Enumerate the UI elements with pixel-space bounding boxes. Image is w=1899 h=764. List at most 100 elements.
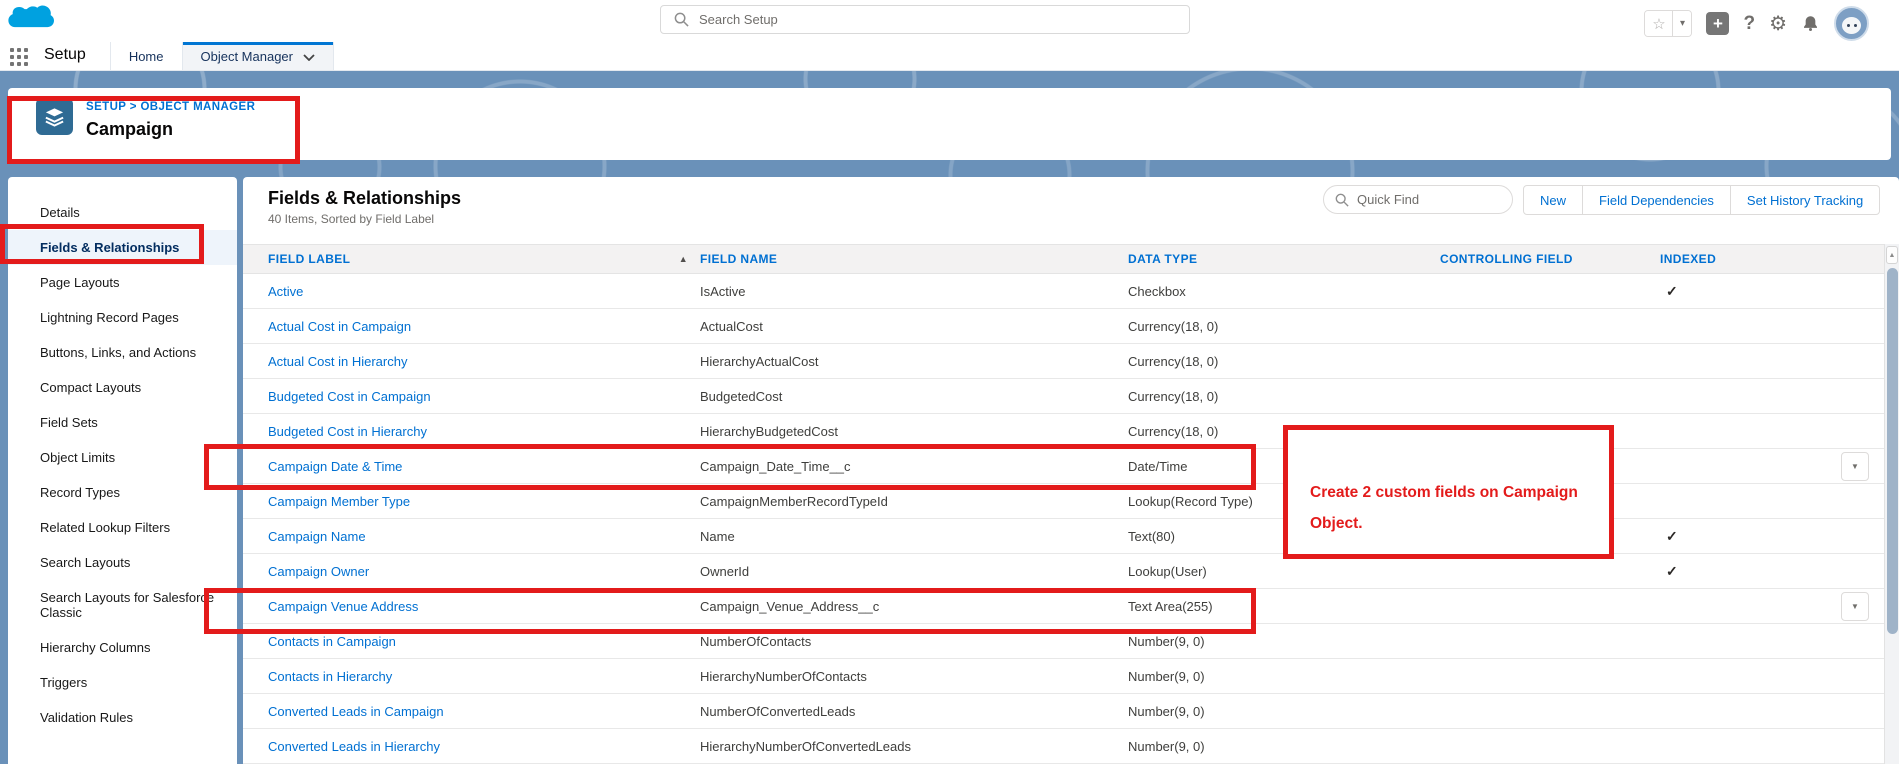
favorites-caret-icon[interactable]: ▾: [1672, 11, 1692, 36]
field-name-cell: IsActive: [700, 283, 746, 299]
sidebar-item[interactable]: Fields & Relationships: [8, 230, 237, 265]
indexed-check-icon: ✓: [1666, 527, 1678, 544]
field-label-cell: Campaign Owner: [268, 564, 700, 579]
sidebar-item[interactable]: Object Limits: [8, 440, 237, 475]
row-actions-menu-button[interactable]: ▼: [1841, 592, 1869, 621]
add-icon[interactable]: +: [1706, 12, 1730, 35]
breadcrumb[interactable]: SETUP > OBJECT MANAGER: [86, 101, 255, 113]
column-header-controlling-field[interactable]: CONTROLLING FIELD: [1440, 252, 1660, 266]
sidebar-item[interactable]: Validation Rules: [8, 700, 237, 735]
global-search-input[interactable]: [699, 12, 1189, 27]
favorites-star-icon[interactable]: ☆: [1645, 11, 1673, 36]
table-row: Active IsActive Checkbox ✓: [243, 274, 1899, 309]
search-icon: [674, 12, 689, 27]
salesforce-logo-icon[interactable]: [8, 3, 55, 41]
table-row: Contacts in Hierarchy HierarchyNumberOfCo…: [243, 659, 1899, 694]
field-name-cell: NumberOfConvertedLeads: [700, 703, 856, 719]
sidebar-item[interactable]: Page Layouts: [8, 265, 237, 300]
tab-home[interactable]: Home: [111, 42, 182, 70]
field-label-cell: Contacts in Hierarchy: [268, 669, 700, 684]
field-label-cell: Campaign Date & Time: [268, 459, 700, 474]
app-launcher-icon[interactable]: [10, 48, 28, 66]
field-label-link[interactable]: Budgeted Cost in Hierarchy: [268, 424, 427, 439]
field-label-link[interactable]: Converted Leads in Hierarchy: [268, 739, 440, 754]
field-label-link[interactable]: Campaign Owner: [268, 564, 369, 579]
sidebar-item[interactable]: Search Layouts: [8, 545, 237, 580]
new-button[interactable]: New: [1523, 185, 1584, 215]
sidebar-item[interactable]: Lightning Record Pages: [8, 300, 237, 335]
sidebar-item[interactable]: Compact Layouts: [8, 370, 237, 405]
field-label-cell: Actual Cost in Campaign: [268, 319, 700, 334]
field-label-link[interactable]: Campaign Member Type: [268, 494, 410, 509]
field-name-cell: Campaign_Venue_Address__c: [700, 598, 880, 614]
field-name-cell: NumberOfContacts: [700, 633, 812, 649]
vertical-scrollbar[interactable]: ▲: [1884, 244, 1899, 764]
data-type-cell: Currency(18, 0): [1128, 318, 1219, 334]
field-label-link[interactable]: Actual Cost in Hierarchy: [268, 354, 407, 369]
search-icon: [1335, 193, 1349, 207]
quick-find: [1323, 185, 1513, 214]
field-label-link[interactable]: Contacts in Hierarchy: [268, 669, 392, 684]
tab-object-manager[interactable]: Object Manager: [181, 42, 334, 70]
sidebar-item[interactable]: Search Layouts for Salesforce Classic: [8, 580, 237, 630]
data-type-cell: Number(9, 0): [1128, 703, 1205, 719]
row-actions-menu-button[interactable]: ▼: [1841, 452, 1869, 481]
column-header-field-label[interactable]: FIELD LABEL ▲: [268, 252, 700, 266]
sidebar-nav: Details Fields & Relationships Page Layout…: [8, 195, 237, 735]
data-type-cell: Number(9, 0): [1128, 668, 1205, 684]
avatar-eye: [1854, 24, 1857, 27]
sidebar-item[interactable]: Triggers: [8, 665, 237, 700]
field-label-cell: Converted Leads in Campaign: [268, 704, 700, 719]
set-history-tracking-button[interactable]: Set History Tracking: [1729, 185, 1881, 215]
data-type-cell: Checkbox: [1128, 283, 1186, 299]
object-layers-icon: [36, 98, 73, 135]
notifications-bell-icon[interactable]: [1801, 14, 1820, 33]
field-label-link[interactable]: Converted Leads in Campaign: [268, 704, 444, 719]
quick-find-input[interactable]: [1357, 192, 1512, 207]
field-label-link[interactable]: Active: [268, 284, 303, 299]
field-name-cell: BudgetedCost: [700, 388, 783, 404]
favorites-button-group: ☆ ▾: [1644, 10, 1693, 37]
indexed-check-icon: ✓: [1666, 282, 1678, 299]
field-label-link[interactable]: Actual Cost in Campaign: [268, 319, 411, 334]
sidebar-item[interactable]: Details: [8, 195, 237, 230]
table-row: Converted Leads in Hierarchy HierarchyNum…: [243, 729, 1899, 764]
indexed-check-icon: ✓: [1666, 562, 1678, 579]
scroll-up-arrow-icon[interactable]: ▲: [1886, 246, 1898, 264]
column-header-label: FIELD LABEL: [268, 252, 351, 266]
sidebar-item[interactable]: Record Types: [8, 475, 237, 510]
user-avatar[interactable]: [1834, 6, 1869, 41]
field-name-cell: Campaign_Date_Time__c: [700, 458, 851, 474]
sort-ascending-icon: ▲: [678, 254, 688, 264]
data-type-cell: Lookup(User): [1128, 563, 1207, 579]
scrollbar-thumb[interactable]: [1887, 268, 1898, 634]
field-label-link[interactable]: Contacts in Campaign: [268, 634, 396, 649]
sidebar-item[interactable]: Buttons, Links, and Actions: [8, 335, 237, 370]
table-row: Campaign Date & Time Campaign_Date_Time__…: [243, 449, 1899, 484]
table-row: Budgeted Cost in Hierarchy HierarchyBudge…: [243, 414, 1899, 449]
field-label-cell: Contacts in Campaign: [268, 634, 700, 649]
help-icon[interactable]: ?: [1743, 13, 1755, 35]
setup-gear-icon[interactable]: ⚙: [1769, 14, 1787, 34]
object-manager-sidebar: Details Fields & Relationships Page Layout…: [8, 177, 237, 764]
table-row: Budgeted Cost in Campaign BudgetedCost Cur…: [243, 379, 1899, 414]
table-row: Campaign Name Name Text(80) ✓: [243, 519, 1899, 554]
field-name-cell: OwnerId: [700, 563, 750, 579]
sidebar-item[interactable]: Related Lookup Filters: [8, 510, 237, 545]
page-title: Campaign: [86, 119, 174, 139]
column-header-field-name[interactable]: FIELD NAME: [700, 252, 1128, 266]
field-label-cell: Campaign Name: [268, 529, 700, 544]
field-label-link[interactable]: Campaign Name: [268, 529, 366, 544]
sidebar-item[interactable]: Field Sets: [8, 405, 237, 440]
field-dependencies-button[interactable]: Field Dependencies: [1582, 185, 1731, 215]
field-label-link[interactable]: Budgeted Cost in Campaign: [268, 389, 431, 404]
field-label-link[interactable]: Campaign Date & Time: [268, 459, 402, 474]
table-row: Campaign Venue Address Campaign_Venue_Add…: [243, 589, 1899, 624]
chevron-down-icon[interactable]: [303, 49, 315, 64]
column-header-indexed[interactable]: INDEXED: [1660, 252, 1899, 266]
field-label-link[interactable]: Campaign Venue Address: [268, 599, 418, 614]
table-body: Active IsActive Checkbox ✓ Actual Cost in Ca…: [243, 274, 1899, 764]
sidebar-item[interactable]: Hierarchy Columns: [8, 630, 237, 665]
field-name-cell: HierarchyActualCost: [700, 353, 819, 369]
column-header-data-type[interactable]: DATA TYPE: [1128, 252, 1440, 266]
